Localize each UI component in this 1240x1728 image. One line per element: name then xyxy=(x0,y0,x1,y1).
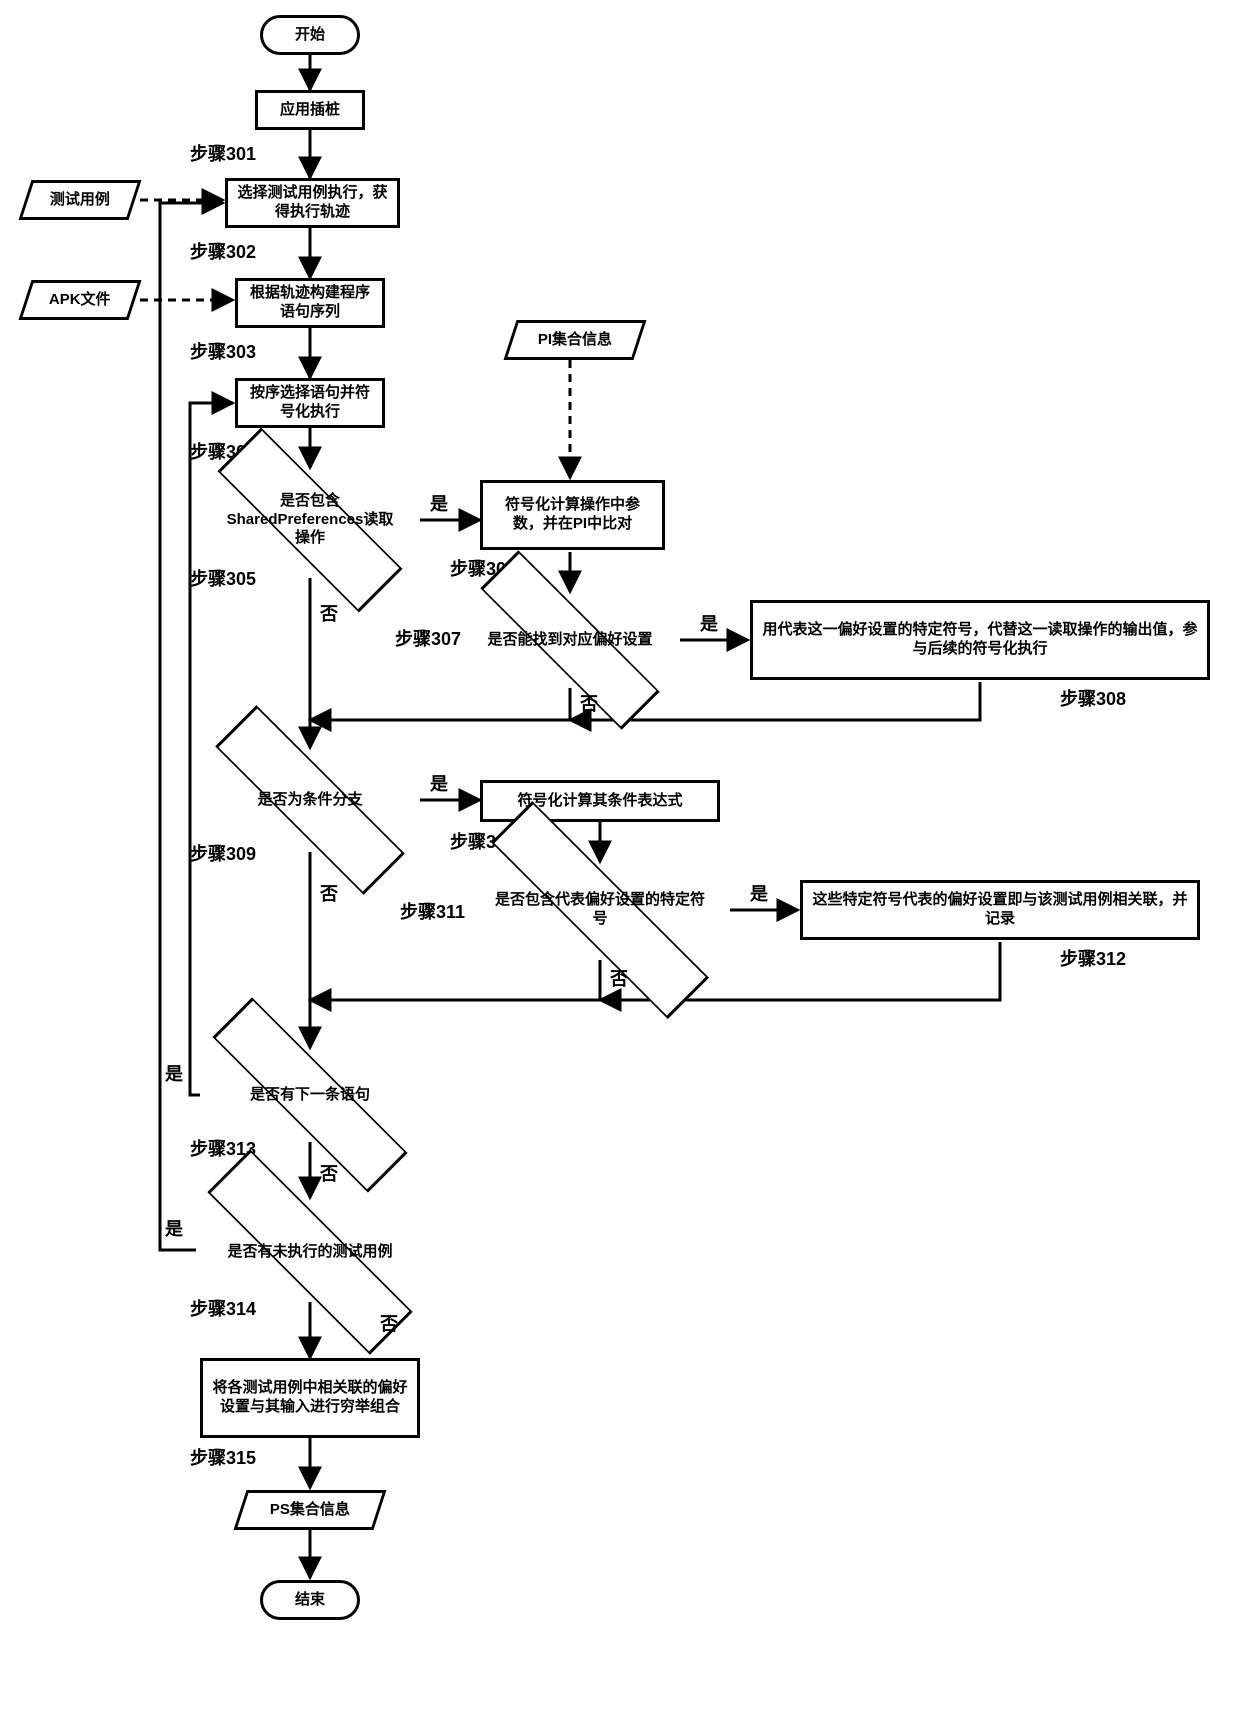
step-315-label: 步骤315 xyxy=(190,1444,256,1470)
step-303-label: 步骤303 xyxy=(190,338,256,364)
edge-no-307: 否 xyxy=(580,690,598,716)
step-308-label: 步骤308 xyxy=(1060,685,1126,711)
edge-no-311: 否 xyxy=(610,965,628,991)
io-ps-text: PS集合信息 xyxy=(270,1501,350,1520)
process-instrument: 应用插桩 xyxy=(255,90,365,130)
io-apk-text: APK文件 xyxy=(49,291,111,310)
flowchart-canvas: 开始 应用插桩 步骤301 测试用例 选择测试用例执行，获得执行轨迹 步骤302… xyxy=(0,0,1240,1728)
edge-no-313: 否 xyxy=(320,1160,338,1186)
edge-yes-313: 是 xyxy=(165,1060,183,1086)
step-305-label: 步骤305 xyxy=(190,565,256,591)
io-test-case-text: 测试用例 xyxy=(50,191,110,210)
decision-has-symbol-text: 是否包含代表偏好设置的特定符号 xyxy=(494,891,707,929)
process-symbolic-pi: 符号化计算操作中参数，并在PI中比对 xyxy=(480,480,665,550)
io-pi-text: PI集合信息 xyxy=(538,331,612,350)
edge-yes-305: 是 xyxy=(430,490,448,516)
edge-yes-314: 是 xyxy=(165,1215,183,1241)
step-312-label: 步骤312 xyxy=(1060,945,1126,971)
io-apk: APK文件 xyxy=(19,280,142,320)
step-314-label: 步骤314 xyxy=(190,1295,256,1321)
decision-is-branch-text: 是否为条件分支 xyxy=(257,791,362,810)
process-build-seq: 根据轨迹构建程序语句序列 xyxy=(235,278,385,328)
step-301-label: 步骤301 xyxy=(190,140,256,166)
end-terminator: 结束 xyxy=(260,1580,360,1620)
edge-yes-311: 是 xyxy=(750,880,768,906)
decision-unrun-test: 是否有未执行的测试用例 xyxy=(195,1198,425,1306)
decision-find-pref-text: 是否能找到对应偏好设置 xyxy=(487,631,652,650)
edge-no-305: 否 xyxy=(320,600,338,626)
process-enumerate: 将各测试用例中相关联的偏好设置与其输入进行穷举组合 xyxy=(200,1358,420,1438)
decision-is-branch: 是否为条件分支 xyxy=(205,748,415,852)
process-select-test: 选择测试用例执行，获得执行轨迹 xyxy=(225,178,400,228)
decision-find-pref: 是否能找到对应偏好设置 xyxy=(470,592,670,688)
decision-unrun-test-text: 是否有未执行的测试用例 xyxy=(227,1243,392,1262)
step-309-label: 步骤309 xyxy=(190,840,256,866)
process-record-assoc: 这些特定符号代表的偏好设置即与该测试用例相关联，并记录 xyxy=(800,880,1200,940)
edge-no-309: 否 xyxy=(320,880,338,906)
edge-yes-309: 是 xyxy=(430,770,448,796)
step-311-label: 步骤311 xyxy=(400,898,465,924)
decision-sp-read: 是否包含SharedPreferences读取操作 xyxy=(210,465,410,575)
start-terminator: 开始 xyxy=(260,15,360,55)
process-replace-symbol: 用代表这一偏好设置的特定符号，代替这一读取操作的输出值，参与后续的符号化执行 xyxy=(750,600,1210,680)
edge-no-314: 否 xyxy=(380,1310,398,1336)
process-pick-stmt: 按序选择语句并符号化执行 xyxy=(235,378,385,428)
decision-next-stmt: 是否有下一条语句 xyxy=(200,1045,420,1145)
decision-has-symbol: 是否包含代表偏好设置的特定符号 xyxy=(475,858,725,962)
io-ps-set: PS集合信息 xyxy=(234,1490,387,1530)
step-307-label: 步骤307 xyxy=(395,625,461,651)
io-pi-set: PI集合信息 xyxy=(504,320,647,360)
edge-yes-307: 是 xyxy=(700,610,718,636)
io-test-case: 测试用例 xyxy=(19,180,142,220)
decision-sp-read-text: 是否包含SharedPreferences读取操作 xyxy=(225,492,395,548)
step-302-label: 步骤302 xyxy=(190,238,256,264)
decision-next-stmt-text: 是否有下一条语句 xyxy=(250,1086,370,1105)
